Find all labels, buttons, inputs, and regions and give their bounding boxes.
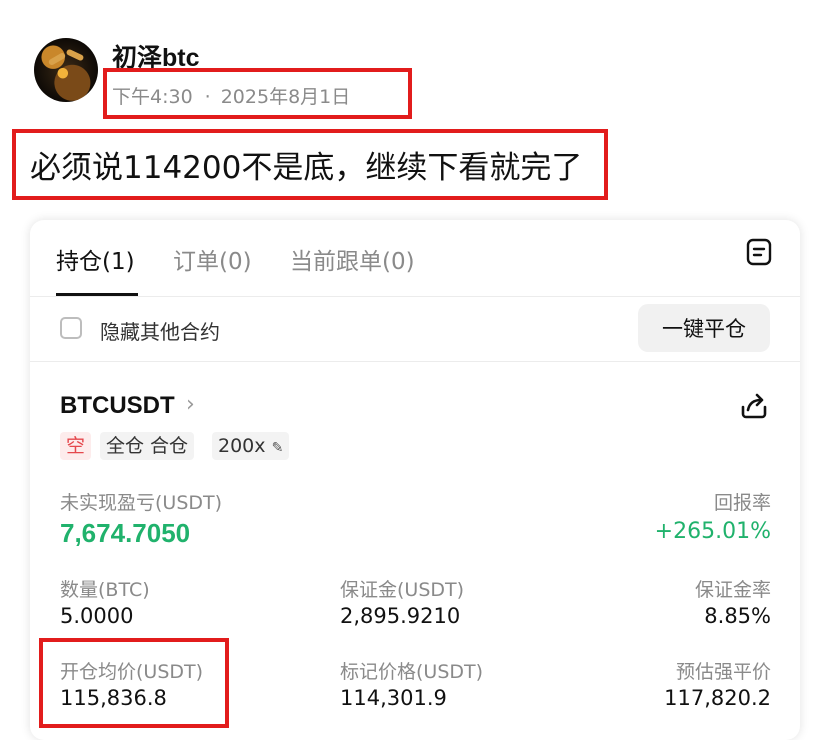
symbol-name[interactable]: BTCUSDT <box>60 392 175 420</box>
close-all-button[interactable]: 一键平仓 <box>638 304 770 352</box>
margin-ratio-value: 8.85% <box>704 604 771 628</box>
quantity-label: 数量(BTC) <box>60 579 150 601</box>
liq-price-label: 预估强平价 <box>675 661 771 683</box>
margin-value: 2,895.9210 <box>340 604 461 628</box>
share-icon[interactable] <box>738 390 770 422</box>
section-divider <box>30 361 800 362</box>
tab-divider <box>30 296 800 297</box>
roe-value: +265.01% <box>654 519 771 544</box>
highlight-date-box <box>103 68 412 119</box>
liq-price-value: 117,820.2 <box>664 686 771 710</box>
mark-price-label: 标记价格(USDT) <box>340 661 484 683</box>
mark-price-value: 114,301.9 <box>340 686 447 710</box>
unrealized-pnl-value: 7,674.7050 <box>60 518 191 548</box>
tab-copy-trading[interactable]: 当前跟单(0) <box>290 242 415 276</box>
document-icon[interactable] <box>746 238 772 266</box>
unrealized-pnl-label: 未实现盈亏(USDT) <box>60 492 223 514</box>
avatar[interactable] <box>34 38 98 102</box>
hide-other-label: 隐藏其他合约 <box>100 320 220 344</box>
margin-label: 保证金(USDT) <box>340 579 465 601</box>
chevron-right-icon[interactable]: › <box>186 392 195 417</box>
hide-other-checkbox[interactable] <box>60 317 82 339</box>
roe-label: 回报率 <box>713 492 771 514</box>
leverage-value: 200x <box>218 435 266 457</box>
side-badge: 空 <box>60 432 92 460</box>
margin-ratio-label: 保证金率 <box>694 579 771 601</box>
tab-orders[interactable]: 订单(0) <box>173 242 252 276</box>
highlight-entry-box <box>39 638 229 728</box>
edit-icon: ✎ <box>271 440 284 456</box>
highlight-text-box <box>12 129 608 200</box>
leverage-badge[interactable]: 200x ✎ <box>212 432 290 460</box>
margin-mode-badge: 全仓 合仓 <box>100 432 195 460</box>
tab-positions[interactable]: 持仓(1) <box>56 242 135 276</box>
quantity-value: 5.0000 <box>60 604 134 628</box>
